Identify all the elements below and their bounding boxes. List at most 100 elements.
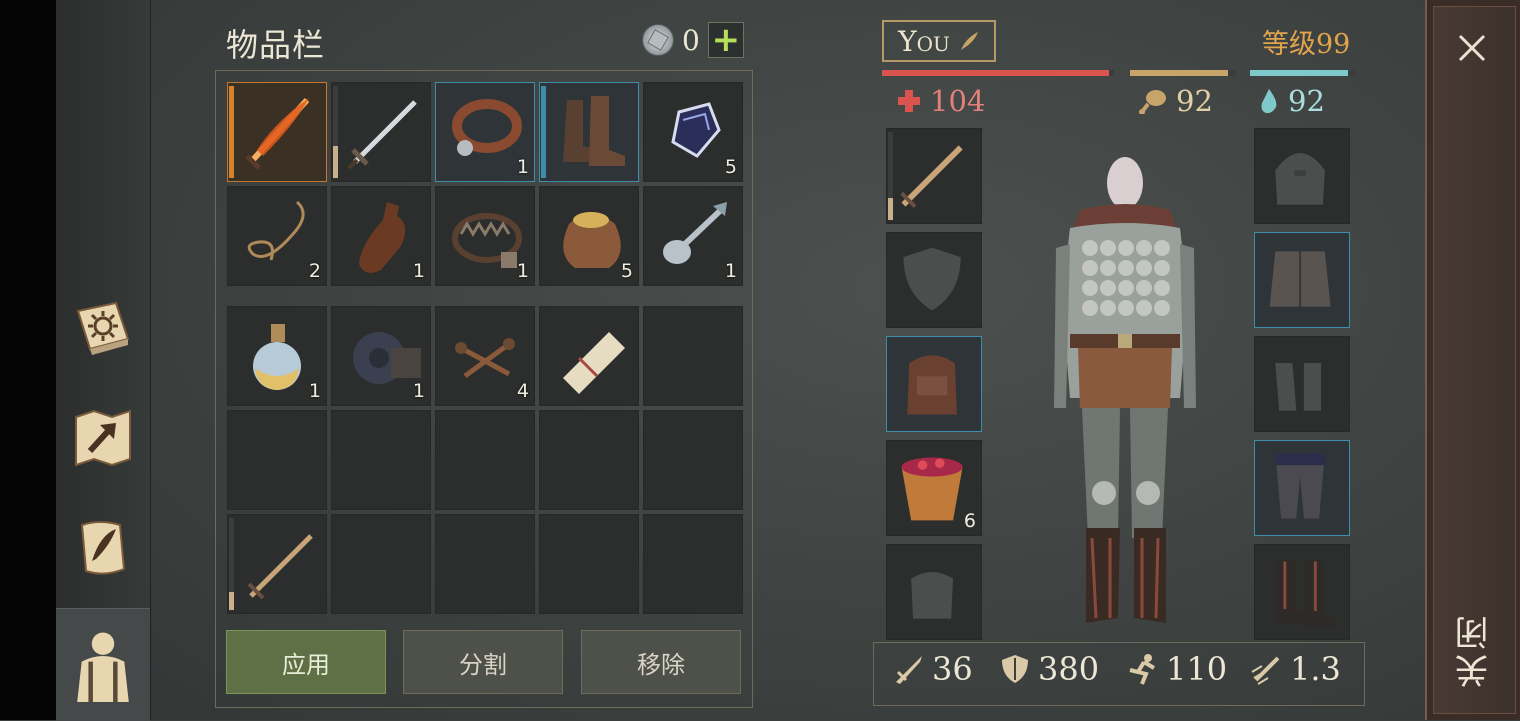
equipment-slot[interactable] [886, 544, 982, 640]
inventory-slot[interactable] [227, 82, 327, 182]
inventory-slot[interactable]: 1 [643, 186, 743, 286]
inventory-slot[interactable]: 5 [539, 186, 639, 286]
side-nav [56, 0, 151, 721]
health-bar-fill [882, 70, 1110, 76]
armor-value: 380 [1038, 650, 1100, 688]
durability-fill [541, 86, 546, 178]
quill-edit-icon [960, 32, 978, 50]
silver-coin-icon [642, 24, 674, 56]
remove-button[interactable]: 移除 [581, 630, 741, 694]
attack-speed-value: 1.3 [1290, 650, 1341, 688]
equipment-slot[interactable]: 6 [886, 440, 982, 536]
inventory-slot[interactable]: 2 [227, 186, 327, 286]
close-icon[interactable] [1452, 28, 1492, 68]
inventory-slot[interactable] [539, 514, 639, 614]
inventory-slot[interactable]: 4 [435, 306, 535, 406]
inventory-slot[interactable] [539, 82, 639, 182]
inventory-slot[interactable] [435, 514, 535, 614]
health-stat: 104 [896, 84, 985, 118]
durability-fill [888, 198, 893, 220]
thirst-stat: 92 [1258, 84, 1325, 118]
item-quantity: 2 [308, 260, 321, 282]
armor-stat: 380 [998, 650, 1099, 688]
equipped-sword-icon [900, 145, 963, 208]
inventory-slot[interactable]: 1 [331, 186, 431, 286]
split-button[interactable]: 分割 [403, 630, 563, 694]
durability-fill [333, 145, 338, 178]
swift-sword-icon [1251, 656, 1280, 685]
equipment-slot[interactable] [1254, 440, 1350, 536]
inventory-slot[interactable]: 1 [227, 306, 327, 406]
item-quantity: 1 [412, 380, 425, 402]
nav-map-button[interactable] [56, 388, 150, 488]
berry-bucket-icon [901, 457, 963, 521]
nav-quests-button[interactable] [56, 498, 150, 598]
item-quantity: 5 [620, 260, 633, 282]
health-bar [882, 70, 1114, 76]
pouch-slot-icon [911, 572, 954, 619]
equipment-slot[interactable] [886, 128, 982, 224]
longsword-icon [347, 100, 417, 170]
screen-edge [0, 0, 56, 720]
inventory-slot[interactable]: 1 [435, 82, 535, 182]
durability-bar [333, 86, 338, 178]
shield-slot-icon [903, 247, 961, 311]
sun-book-icon [76, 301, 130, 355]
attack-stat: 36 [892, 650, 973, 688]
hunger-value: 92 [1176, 84, 1213, 118]
speed-stat: 110 [1126, 650, 1227, 688]
inventory-slot[interactable] [227, 514, 327, 614]
inventory-slot[interactable]: 1 [331, 306, 431, 406]
nav-journal-button[interactable] [56, 278, 150, 378]
equipment-slot[interactable] [886, 336, 982, 432]
leg-armor-icon [1275, 453, 1325, 519]
inventory-slot[interactable] [539, 410, 639, 510]
equipment-slot[interactable] [1254, 128, 1350, 224]
quick-inventory-grid: 1 5 2 1 1 5 1 [227, 82, 743, 286]
map-icon [75, 409, 131, 467]
add-currency-button[interactable]: + [707, 22, 744, 58]
item-quantity: 6 [963, 510, 976, 532]
inventory-slot[interactable] [643, 306, 743, 406]
inventory-slot[interactable] [643, 514, 743, 614]
inventory-slot[interactable]: 5 [643, 82, 743, 182]
equipment-slot[interactable] [1254, 336, 1350, 432]
speed-value: 110 [1166, 650, 1228, 688]
equipment-slot[interactable] [1254, 232, 1350, 328]
scroll-icon [563, 332, 625, 394]
scroll-quill-icon [80, 521, 126, 575]
inventory-slot[interactable] [331, 410, 431, 510]
hunger-bar-fill [1130, 70, 1228, 76]
item-quantity: 1 [516, 260, 529, 282]
currency-amount: 0 [682, 23, 700, 57]
item-quantity: 4 [516, 380, 529, 402]
character-name: You [898, 24, 950, 58]
currency-display: 0 + [642, 22, 744, 58]
health-cross-icon [898, 90, 920, 112]
attack-value: 36 [932, 650, 973, 688]
inventory-slot[interactable]: 1 [435, 186, 535, 286]
character-name-box[interactable]: You [882, 20, 996, 62]
durability-bar [888, 132, 893, 220]
apply-button[interactable]: 应用 [226, 630, 386, 694]
durability-bar [229, 518, 234, 610]
item-quantity: 1 [724, 260, 737, 282]
water-drop-icon [1261, 89, 1277, 114]
inventory-slot[interactable] [643, 410, 743, 510]
item-quantity: 1 [516, 156, 529, 178]
durability-fill [229, 591, 234, 610]
close-label[interactable]: 关闭 [1450, 612, 1499, 688]
wooden-sword-icon [247, 534, 313, 600]
equipment-slot[interactable] [1254, 544, 1350, 640]
inventory-slot[interactable] [539, 306, 639, 406]
nav-character-button[interactable] [56, 608, 150, 721]
hunger-bar [1130, 70, 1236, 76]
equipment-slot[interactable] [886, 232, 982, 328]
health-value: 104 [930, 84, 986, 118]
inventory-slot[interactable] [435, 410, 535, 510]
inventory-slot[interactable] [331, 82, 431, 182]
character-level: 等级99 [1262, 29, 1351, 60]
durability-bar [229, 86, 234, 178]
inventory-slot[interactable] [227, 410, 327, 510]
inventory-slot[interactable] [331, 514, 431, 614]
